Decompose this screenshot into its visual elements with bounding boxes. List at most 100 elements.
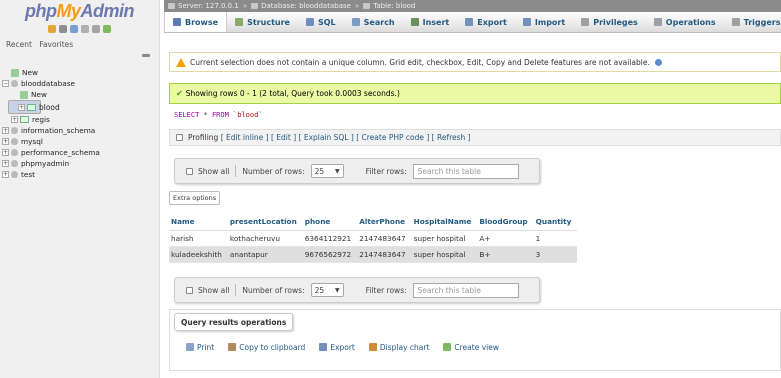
success-message: ✔ Showing rows 0 - 1 (2 total, Query too… [169,83,781,104]
settings-icon[interactable] [92,25,100,33]
database-icon [11,80,18,87]
tab-insert[interactable]: Insert [403,12,458,32]
create-view-link[interactable]: Create view [443,343,499,352]
export-link[interactable]: Export [319,343,355,352]
show-all-checkbox[interactable] [186,286,193,294]
extra-options-button[interactable]: Extra options [169,191,221,205]
display-chart-link[interactable]: Display chart [368,343,429,352]
table-cell: 1 [533,230,578,247]
column-header[interactable]: Name [169,214,228,231]
tree-item-new-db[interactable]: New [2,67,159,78]
profiling-checkbox[interactable] [176,134,183,141]
breadcrumb-table[interactable]: Table: blood [373,2,415,10]
rows-per-page-select[interactable]: 25 ▼ [310,283,344,297]
expand-icon[interactable]: + [2,138,9,145]
tab-sql[interactable]: SQL [298,12,344,32]
table-cell: 2147483647 [357,230,412,247]
table-cell: super hospital [411,246,478,263]
new-icon [11,68,19,77]
tab-export[interactable]: Export [457,12,515,32]
main-tab-bar: Browse Structure SQL Search Insert Expor… [164,12,781,33]
main-content: Current selection does not contain a uni… [164,34,781,378]
help-icon[interactable] [654,58,662,66]
column-header[interactable]: presentLocation [227,214,303,231]
success-text: Showing rows 0 - 1 (2 total, Query took … [185,89,400,98]
chevron-down-icon: ▼ [334,167,340,175]
tree-item-information-schema[interactable]: + information_schema [2,125,159,136]
column-header[interactable]: HospitalName [411,214,478,231]
reload-icon[interactable] [103,25,111,33]
column-header[interactable]: phone [302,214,358,231]
results-table: Name presentLocation phone AlterPhone Ho… [169,214,578,263]
filter-label: Filter rows: [365,166,407,176]
tree-item-mysql[interactable]: + mysql [2,136,159,147]
clipboard-icon [228,343,237,351]
navigation-sidebar: phpMyAdmin Recent Favorites New − bloodda… [0,0,160,378]
database-icon [11,149,18,156]
breadcrumb-database[interactable]: Database: blooddatabase [261,2,351,10]
tree-item-blood[interactable]: + blood [8,100,60,114]
column-header[interactable]: Quantity [533,214,578,231]
tree-item-phpmyadmin[interactable]: + phpmyadmin [2,158,159,169]
recent-tab[interactable]: Recent [6,40,32,49]
breadcrumb-server[interactable]: Server: 127.0.0.1 [178,2,239,10]
tree-item-regis[interactable]: + regis [2,114,159,125]
tab-privileges[interactable]: Privileges [573,12,646,32]
warning-icon [176,57,186,67]
docs-icon[interactable] [81,25,89,33]
tree-item-performance-schema[interactable]: + performance_schema [2,147,159,158]
logout-icon[interactable] [59,25,67,33]
favorites-tab[interactable]: Favorites [39,40,73,49]
tab-structure[interactable]: Structure [227,12,298,32]
tab-browse[interactable]: Browse [164,12,228,32]
tab-import[interactable]: Import [515,12,573,32]
column-header[interactable]: BloodGroup [477,214,534,231]
breadcrumb-separator: » [242,2,248,10]
tab-triggers[interactable]: Triggers [724,12,781,32]
expand-icon[interactable]: + [11,116,18,123]
insert-icon [410,18,419,26]
column-header[interactable]: AlterPhone [357,214,412,231]
show-all-checkbox[interactable] [186,167,193,175]
home-icon[interactable] [48,25,56,33]
search-icon [351,18,360,26]
filter-rows-input[interactable]: Search this table [412,282,519,298]
copy-to-clipboard-link[interactable]: Copy to clipboard [228,343,305,352]
expand-icon[interactable]: + [18,103,25,111]
table-icon [363,3,371,9]
database-icon [251,3,259,9]
link-with-main-icon[interactable] [142,54,150,57]
tab-search[interactable]: Search [344,12,403,32]
table-header-row: Name presentLocation phone AlterPhone Ho… [169,214,578,231]
table-cell: kothacheruvu [227,230,303,247]
sidebar-quick-icons [0,25,159,37]
tree-item-blooddatabase[interactable]: − blooddatabase [2,78,159,89]
expand-icon[interactable]: + [2,127,9,134]
print-link[interactable]: Print [186,343,214,352]
breadcrumb-separator: » [354,2,360,10]
table-row[interactable]: harish kothacheruvu 6364112921 214748364… [169,230,578,247]
phpmyadmin-logo[interactable]: phpMyAdmin [0,0,159,23]
table-row[interactable]: kuladeekshith anantapur 9676562972 21474… [169,246,578,263]
table-cell: A+ [477,230,534,247]
table-cell: super hospital [411,230,478,247]
chevron-down-icon: ▼ [334,286,340,294]
filter-rows-input[interactable]: Search this table [412,163,519,179]
check-icon: ✔ [176,89,183,98]
expand-icon[interactable]: + [2,149,9,156]
tree-item-test[interactable]: + test [2,169,159,180]
expand-icon[interactable]: + [2,160,9,167]
tree-item-new-table[interactable]: New [2,89,159,100]
query-window-icon[interactable] [70,25,78,33]
show-all-label: Show all [198,285,230,295]
filter-label: Filter rows: [365,285,407,295]
sql-query-display[interactable]: SELECT * FROM `blood` [174,111,263,119]
query-action-links[interactable]: [ Edit inline ] [ Edit ] [ Explain SQL ]… [221,133,471,142]
table-cell: 2147483647 [357,246,412,263]
create-view-icon [443,343,452,351]
rows-per-page-select[interactable]: 25 ▼ [310,164,344,178]
database-icon [11,160,18,167]
tab-operations[interactable]: Operations [646,12,724,32]
expand-icon[interactable]: + [2,171,9,178]
collapse-icon[interactable]: − [2,80,9,87]
